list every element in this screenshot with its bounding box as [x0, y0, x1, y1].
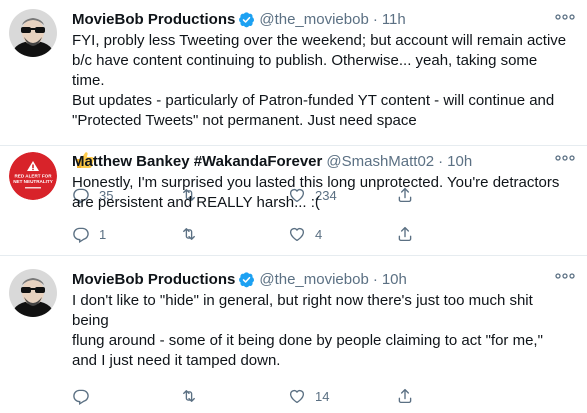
more-icon[interactable]: [555, 154, 575, 162]
avatar[interactable]: [9, 269, 57, 317]
reply-button[interactable]: [72, 387, 180, 405]
svg-text:RED ALERT FOR: RED ALERT FOR: [14, 174, 52, 179]
tweet-text: I don't like to "hide" in general, but r…: [72, 292, 543, 369]
share-button[interactable]: [396, 387, 504, 405]
retweet-button[interactable]: [180, 225, 288, 243]
timestamp[interactable]: 11h: [382, 11, 406, 28]
tweet-header: Matthew Bankey #WakandaForever @SmashMat…: [72, 150, 571, 172]
tweet-header: MovieBob Productions @the_moviebob · 10h: [72, 268, 571, 290]
separator-dot: ·: [372, 270, 378, 288]
timestamp[interactable]: 10h: [447, 153, 472, 170]
verified-badge-icon: [238, 271, 255, 288]
tweet[interactable]: MovieBob Productions @the_moviebob · 11h…: [0, 0, 587, 146]
tweet-header: MovieBob Productions @the_moviebob · 11h: [72, 8, 571, 30]
tweet[interactable]: MovieBob Productions @the_moviebob · 10h…: [0, 256, 587, 397]
reply-icon: [72, 225, 90, 243]
reply-icon: [72, 387, 90, 405]
share-button[interactable]: [396, 225, 504, 243]
tweet-actions: 1 4: [72, 217, 571, 251]
avatar[interactable]: [9, 9, 57, 57]
like-button[interactable]: 4: [288, 225, 396, 243]
author-handle[interactable]: @the_moviebob: [259, 271, 368, 288]
more-icon[interactable]: [555, 272, 575, 280]
timestamp[interactable]: 10h: [382, 271, 407, 288]
tweet[interactable]: RED ALERT FOR NET NEUTRALITY Matthew Ban…: [0, 146, 587, 256]
more-icon[interactable]: [555, 13, 575, 21]
tweet-actions: 14: [72, 379, 571, 413]
share-icon: [396, 225, 414, 243]
like-count: 4: [315, 226, 323, 242]
share-icon: [396, 387, 414, 405]
separator-dot: ·: [438, 152, 444, 170]
author-handle[interactable]: @the_moviebob: [259, 11, 368, 28]
verified-badge-icon: [238, 11, 255, 28]
like-button[interactable]: 14: [288, 387, 396, 405]
like-icon: [288, 387, 306, 405]
retweet-icon: [180, 225, 198, 243]
svg-text:NET NEUTRALITY: NET NEUTRALITY: [13, 179, 53, 184]
reply-button[interactable]: 1: [72, 225, 180, 243]
like-count: 14: [315, 388, 330, 404]
reply-count: 1: [99, 226, 107, 242]
retweet-button[interactable]: [180, 387, 288, 405]
author-handle[interactable]: @SmashMatt02: [326, 153, 434, 170]
author-name[interactable]: Matthew Bankey #WakandaForever: [72, 153, 322, 170]
retweet-icon: [180, 387, 198, 405]
author-name[interactable]: MovieBob Productions: [72, 11, 235, 28]
avatar[interactable]: RED ALERT FOR NET NEUTRALITY: [9, 152, 57, 200]
author-name[interactable]: MovieBob Productions: [72, 271, 235, 288]
like-icon: [288, 225, 306, 243]
tweet-text-body: FYI, probly less Tweeting over the weeke…: [72, 32, 567, 129]
tweet-text: Honestly, I'm surprised you lasted this …: [72, 174, 560, 211]
separator-dot: ·: [372, 10, 378, 28]
